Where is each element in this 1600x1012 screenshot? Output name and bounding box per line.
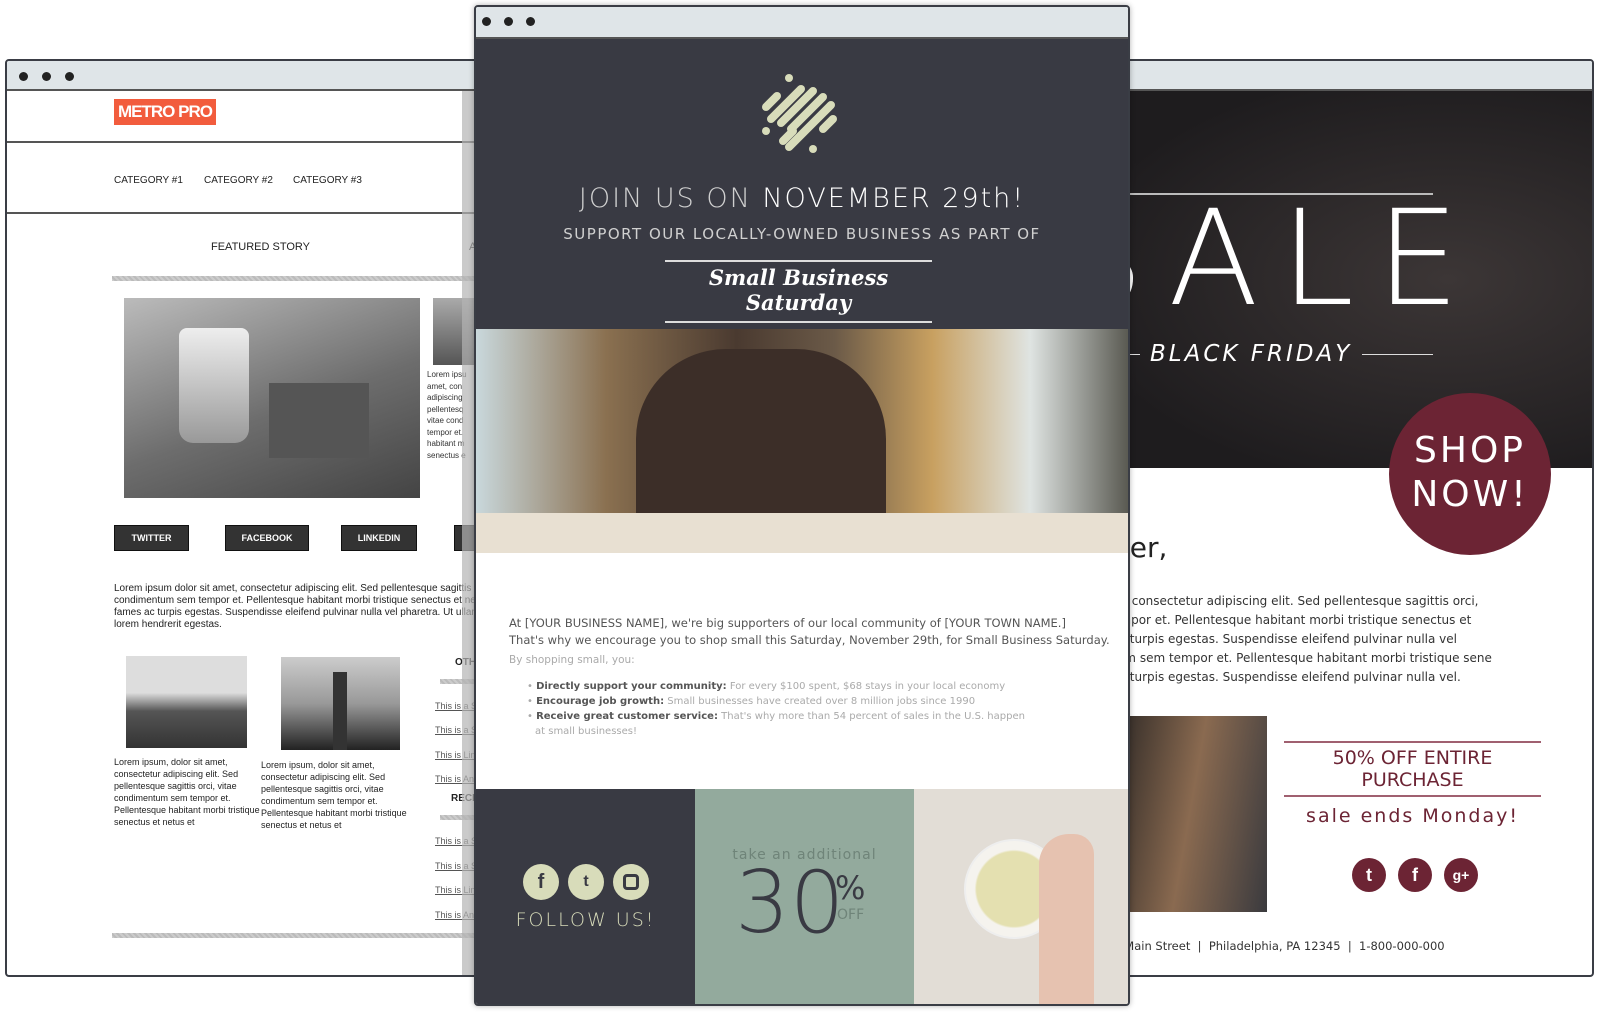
instagram-icon[interactable] — [613, 864, 649, 900]
percent-sign: % — [835, 869, 866, 907]
list-item: • Directly support your community: For e… — [527, 681, 1006, 692]
window-dot — [19, 72, 28, 81]
small-business-saturday-title: Small Business Saturday — [665, 260, 932, 323]
window-dot — [42, 72, 51, 81]
follow-us-panel: f t FOLLOW US! — [476, 789, 695, 1004]
twitter-button[interactable]: TWITTER — [114, 525, 189, 551]
metro-pro-logo: METRO PRO — [114, 99, 216, 125]
tower-shape — [333, 672, 347, 750]
support-subtitle: SUPPORT OUR LOCALLY-OWNED BUSINESS AS PA… — [563, 225, 1041, 243]
sale-heading: SALE — [1112, 182, 1482, 336]
black-friday-label: BLACK FRIDAY — [1150, 341, 1353, 367]
side-text: Lorem ipsu amet, con adipiscing pellentesq v… — [427, 370, 467, 460]
nav-category-1[interactable]: CATEGORY #1 — [114, 175, 183, 186]
rule — [1362, 353, 1433, 355]
list-item: • Receive great customer service: That's… — [527, 711, 1025, 722]
table-shape — [476, 513, 1128, 553]
metro-pro-template-window: METRO PRO CATEGORY #1 CATEGORY #2 CATEGO… — [5, 59, 485, 977]
camera-photo — [1112, 716, 1267, 912]
coffee-photo — [124, 298, 420, 498]
stripes-logo-icon — [762, 74, 837, 153]
linkedin-button[interactable]: LINKEDIN — [341, 525, 417, 551]
list-item: • Encourage job growth: Small businesses… — [527, 696, 976, 707]
title-bar — [1112, 61, 1592, 91]
london-eye-photo — [126, 656, 247, 748]
sale-paragraph: et, consectetur adipiscing elit. Sed pel… — [1112, 594, 1492, 684]
divider-bar — [112, 933, 483, 938]
caption-2: Lorem ipsum, dolor sit amet, consectetur … — [261, 760, 407, 830]
footer-address: 23 Main Street | Philadelphia, PA 12345 … — [1110, 939, 1445, 953]
window-dot — [65, 72, 74, 81]
cafe-photo — [476, 329, 1128, 553]
tea-photo — [914, 789, 1128, 1004]
window-dot — [526, 17, 535, 26]
divider — [7, 212, 483, 214]
off-label: OFF — [837, 907, 865, 923]
big-ben-photo — [281, 657, 400, 750]
google-plus-icon[interactable]: g+ — [1444, 858, 1478, 892]
follow-us-label: FOLLOW US! — [515, 909, 656, 931]
title-bar — [476, 7, 1128, 39]
divider-bar — [112, 276, 483, 281]
cup-shape — [179, 328, 249, 443]
discount-panel: take an additional 30 % OFF — [695, 789, 914, 1004]
facebook-icon[interactable]: f — [523, 864, 559, 900]
join-us-heading: JOIN US ON NOVEMBER 29th! — [578, 183, 1026, 214]
story-paragraph: Lorem ipsum dolor sit amet, consectetur … — [114, 583, 485, 630]
benefits-list: • Directly support your community: For e… — [527, 681, 1025, 737]
divider — [7, 141, 483, 143]
nav-category-2[interactable]: CATEGORY #2 — [204, 175, 273, 186]
box-shape — [269, 383, 369, 458]
hand-shape — [1039, 834, 1094, 1004]
email-header: JOIN US ON NOVEMBER 29th! SUPPORT OUR LO… — [476, 39, 1128, 329]
title-bar — [7, 61, 483, 91]
window-dot — [482, 17, 491, 26]
featured-story-heading: FEATURED STORY — [211, 241, 311, 253]
offer-text: 50% OFF ENTIRE PURCHASE — [1332, 747, 1493, 791]
small-business-saturday-window: JOIN US ON NOVEMBER 29th! SUPPORT OUR LO… — [474, 5, 1130, 1006]
caption-1: Lorem ipsum, dolor sit amet, consectetur … — [114, 757, 260, 827]
shop-now-button[interactable]: SHOP NOW! — [1389, 393, 1551, 555]
black-friday-row: BLACK FRIDAY — [1112, 341, 1433, 367]
nav-category-3[interactable]: CATEGORY #3 — [293, 175, 362, 186]
intro-text: At [YOUR BUSINESS NAME], we're big suppo… — [509, 616, 1110, 647]
sale-ends-text: sale ends Monday! — [1306, 805, 1519, 827]
black-friday-template-window: SALE BLACK FRIDAY SHOPNOW! per, et, cons… — [1110, 59, 1594, 977]
twitter-icon[interactable]: t — [1352, 858, 1386, 892]
facebook-button[interactable]: FACEBOOK — [225, 525, 309, 551]
offer-banner: 50% OFF ENTIRE PURCHASE — [1284, 741, 1541, 797]
by-shopping-text: By shopping small, you: — [509, 654, 635, 666]
facebook-icon[interactable]: f — [1398, 858, 1432, 892]
discount-number: 30 — [735, 853, 845, 953]
window-dot — [504, 17, 513, 26]
twitter-icon[interactable]: t — [568, 864, 604, 900]
